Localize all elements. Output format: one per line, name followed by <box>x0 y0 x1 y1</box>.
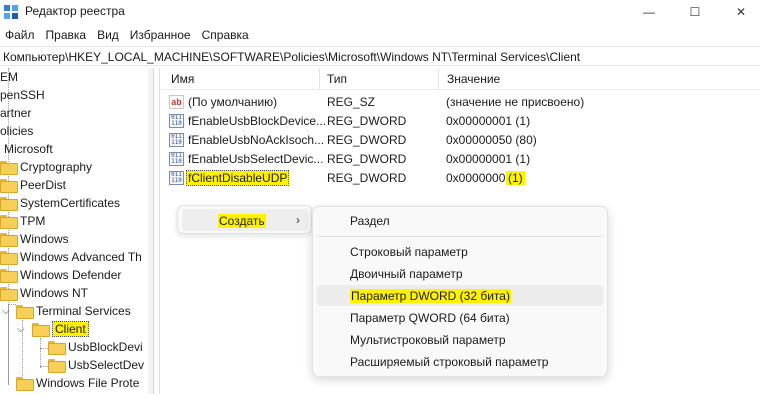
new-dword-value-item[interactable]: Параметр DWORD (32 бита) <box>317 285 603 306</box>
dword-value-icon: 011 110 <box>169 133 184 147</box>
tree-guide <box>40 366 48 367</box>
column-value[interactable]: Значение <box>447 72 500 86</box>
value-row[interactable]: 011 110 fEnableUsbBlockDevice... REG_DWOR… <box>161 112 760 131</box>
tree-item[interactable]: Windows <box>0 230 69 248</box>
menu-view[interactable]: Вид <box>92 28 125 42</box>
column-divider[interactable] <box>438 68 439 90</box>
tree-item[interactable]: Windows Defender <box>0 266 121 284</box>
new-string-value-item[interactable]: Строковый параметр <box>317 241 603 262</box>
menu-bar: Файл Правка Вид Избранное Справка <box>0 24 760 46</box>
registry-editor-icon <box>4 5 18 19</box>
new-qword-value-item[interactable]: Параметр QWORD (64 бита) <box>317 307 603 328</box>
chevron-right-icon: › <box>296 213 300 227</box>
new-binary-value-item[interactable]: Двоичный параметр <box>317 263 603 284</box>
tree-item[interactable]: SystemCertificates <box>0 194 120 212</box>
folder-icon <box>0 269 18 283</box>
tree-guide <box>8 304 16 305</box>
tree-item[interactable]: penSSH <box>0 86 45 104</box>
new-menu-item[interactable]: Создать › <box>182 209 308 231</box>
folder-icon <box>0 287 18 301</box>
menu-file[interactable]: Файл <box>0 28 41 42</box>
tree-item[interactable]: PeerDist <box>0 176 66 194</box>
tree-item[interactable]: artner <box>0 104 31 122</box>
maximize-button[interactable]: ☐ <box>672 0 718 24</box>
close-icon: ✕ <box>735 5 747 19</box>
folder-icon <box>16 305 34 319</box>
folder-icon <box>48 341 66 355</box>
close-button[interactable]: ✕ <box>718 0 760 24</box>
menu-edit[interactable]: Правка <box>41 28 93 42</box>
menu-favorites[interactable]: Избранное <box>125 28 197 42</box>
menu-separator <box>317 236 603 237</box>
dword-value-icon: 011 110 <box>169 152 184 166</box>
value-row[interactable]: 011 110 fEnableUsbSelectDevic... REG_DWOR… <box>161 150 760 169</box>
maximize-icon: ☐ <box>689 5 701 19</box>
column-name[interactable]: Имя <box>171 72 194 86</box>
folder-icon <box>0 251 18 265</box>
context-menu: Создать › <box>177 205 312 234</box>
folder-icon <box>0 215 18 229</box>
title-bar: Редактор реестра — ☐ ✕ <box>0 0 760 24</box>
new-expandable-string-value-item[interactable]: Расширяемый строковый параметр <box>317 351 603 372</box>
tree-item[interactable]: Windows Advanced Th <box>0 248 142 266</box>
folder-icon <box>0 179 18 193</box>
column-type[interactable]: Тип <box>327 72 347 86</box>
new-key-item[interactable]: Раздел <box>317 210 603 231</box>
tree-item-selected[interactable]: Client <box>32 320 89 338</box>
tree-guide <box>40 348 48 349</box>
folder-icon <box>0 197 18 211</box>
dword-value-icon: 011 110 <box>169 114 184 128</box>
folder-icon <box>0 233 18 247</box>
folder-icon <box>32 323 50 337</box>
value-row[interactable]: 011 110 fEnableUsbNoAckIsoch... REG_DWORD… <box>161 131 760 150</box>
tree-item[interactable]: TPM <box>0 212 45 230</box>
values-header: Имя Тип Значение <box>161 68 760 90</box>
tree-item[interactable]: olicies <box>0 122 33 140</box>
chevron-down-icon[interactable]: ⌵ <box>17 324 25 335</box>
folder-icon <box>0 161 18 175</box>
tree-item[interactable]: Terminal Services <box>16 302 131 320</box>
value-row-selected[interactable]: 011 110 fClientDisableUDP REG_DWORD 0x000… <box>161 169 760 188</box>
string-value-icon: ab <box>169 95 184 109</box>
minimize-button[interactable]: — <box>626 0 672 24</box>
key-tree[interactable]: EM penSSH artner olicies Microsoft Crypt… <box>0 68 148 394</box>
tree-item[interactable]: UsbBlockDevi <box>48 338 143 356</box>
tree-item[interactable]: EM <box>0 68 18 86</box>
minimize-icon: — <box>643 5 655 19</box>
tree-item[interactable]: Windows NT <box>0 284 88 302</box>
tree-item[interactable]: Cryptography <box>0 158 92 176</box>
tree-item[interactable]: Microsoft <box>4 140 53 158</box>
folder-icon <box>48 359 66 373</box>
dword-value-icon: 011 110 <box>169 171 184 185</box>
chevron-down-icon[interactable]: ⌵ <box>2 306 10 317</box>
new-multi-string-value-item[interactable]: Мультистроковый параметр <box>317 329 603 350</box>
folder-icon <box>16 377 34 391</box>
value-row[interactable]: ab (По умолчанию) REG_SZ (значение не пр… <box>161 93 760 112</box>
tree-item[interactable]: UsbSelectDev <box>48 356 144 374</box>
address-bar[interactable]: Компьютер\HKEY_LOCAL_MACHINE\SOFTWARE\Po… <box>0 46 760 66</box>
column-divider[interactable] <box>319 68 320 90</box>
address-path: Компьютер\HKEY_LOCAL_MACHINE\SOFTWARE\Po… <box>3 50 581 64</box>
tree-item[interactable]: Windows File Prote <box>16 374 139 392</box>
window-title: Редактор реестра <box>25 4 125 18</box>
new-submenu: Раздел Строковый параметр Двоичный парам… <box>312 206 608 377</box>
menu-help[interactable]: Справка <box>197 28 255 42</box>
pane-splitter[interactable] <box>154 68 160 394</box>
tree-guide <box>40 338 41 368</box>
